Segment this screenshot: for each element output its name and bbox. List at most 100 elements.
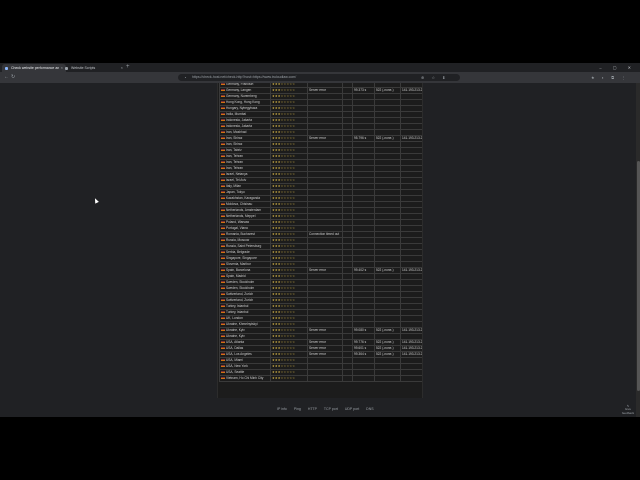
ip-cell: 141.193.213.21: [400, 135, 422, 142]
flag-icon: [221, 316, 225, 320]
feedback-label: Give feedback: [621, 407, 635, 415]
flag-icon: [221, 244, 225, 248]
table-row: Spain, Barcelona ★★★☆☆☆☆☆ Server error 99.4…: [219, 267, 422, 274]
location-label: Iran, Mashhad: [226, 130, 247, 135]
results-panel: Germany, Frankfurt ★★★☆☆☆☆☆ Germany, Lange…: [217, 83, 423, 398]
feedback-button[interactable]: ✎ Give feedback: [621, 404, 635, 415]
flag-icon: [221, 298, 225, 302]
flag-icon: [221, 232, 225, 236]
ip-cell: 141.193.213.20: [400, 267, 422, 274]
location-label: USA, Atlanta: [226, 340, 245, 345]
ip-cell: 141.193.213.21: [400, 87, 422, 94]
location-label: Switzerland, Zurich: [226, 292, 254, 297]
address-bar-url: https://check-host.net/check-http?host=h…: [192, 75, 297, 79]
result-cell: [307, 375, 343, 382]
tab-check-host[interactable]: Check website performance an ×: [2, 64, 66, 72]
results-table: Germany, Frankfurt ★★★☆☆☆☆☆ Germany, Lange…: [219, 83, 422, 382]
location-label: Italy, Milan: [226, 184, 241, 189]
address-bar[interactable]: ◔ https://check-host.net/check-http?host…: [178, 74, 460, 81]
location-label: Ukraine, Khmelnytskyi: [226, 322, 258, 327]
tab-label: Website Scripts: [71, 66, 96, 70]
status-code: 522 (-none-): [376, 88, 394, 93]
flag-icon: [221, 214, 225, 218]
flag-icon: [221, 136, 225, 140]
footer-link-tcp-port[interactable]: TCP port: [324, 407, 338, 411]
location-label: USA, Miami: [226, 358, 243, 363]
footer-link-ping[interactable]: Ping: [294, 407, 301, 411]
omnibox-actions-icon[interactable]: ⊕ ☆ ⬇: [421, 72, 449, 83]
flag-icon: [221, 286, 225, 290]
flag-icon: [221, 178, 225, 182]
location-label: Iran, Shiraz: [226, 142, 243, 147]
flag-icon: [221, 322, 225, 326]
status-code: 522 (-none-): [376, 268, 394, 273]
footer-nav: IP info Ping HTTP TCP port UDP port DNS: [277, 407, 380, 411]
location-label: Slovenia, Maribor: [226, 262, 251, 267]
location-label: Netherlands, Amsterdam: [226, 208, 262, 213]
flag-icon: [221, 376, 225, 380]
location-label: UK, London: [226, 316, 243, 321]
extensions-icon[interactable]: ★ ◐ ⧉ ⋮: [591, 72, 628, 83]
location-label: Kazakhstan, Karaganda: [226, 196, 261, 201]
location-label: Iran, Tehran: [226, 160, 243, 165]
status-code: 522 (-none-): [376, 352, 394, 357]
ip-cell: 141.193.213.21: [400, 327, 422, 334]
close-tab-icon[interactable]: ×: [121, 64, 123, 72]
favicon-icon: [5, 66, 8, 70]
flag-icon: [221, 148, 225, 152]
flag-icon: [221, 304, 225, 308]
flag-icon: [221, 112, 225, 116]
location-label: Israel, Tel Aviv: [226, 178, 247, 183]
location-label: Germany, Langen: [226, 88, 252, 93]
browser-window: Check website performance an × Website S…: [0, 63, 640, 417]
footer-link-udp-port[interactable]: UDP port: [345, 407, 359, 411]
new-tab-button[interactable]: +: [126, 63, 130, 72]
location-label: Ukraine, Kyiv: [226, 334, 245, 339]
flag-icon: [221, 130, 225, 134]
scrollbar-thumb[interactable]: [636, 161, 640, 391]
reload-icon[interactable]: ↻: [11, 72, 15, 83]
location-label: Iran, Tehran: [226, 166, 243, 171]
tab-strip: Check website performance an × Website S…: [0, 63, 640, 72]
location-label: USA, Seattle: [226, 370, 245, 375]
window-controls[interactable]: – ▢ ✕: [599, 63, 636, 72]
location-label: Ukraine, Kyiv: [226, 328, 245, 333]
location-label: Romania, Bucharest: [226, 232, 255, 237]
status-code-cell: [374, 375, 401, 382]
location-label: Germany, Frankfurt: [226, 83, 254, 86]
flag-icon: [221, 83, 225, 86]
footer-link-http[interactable]: HTTP: [308, 407, 317, 411]
location-label: Iran, Shiraz: [226, 136, 243, 141]
scrollbar[interactable]: [636, 83, 640, 417]
flag-icon: [221, 334, 225, 338]
flag-icon: [221, 196, 225, 200]
flag-icon: [221, 166, 225, 170]
flag-icon: [221, 100, 225, 104]
rating-cell: ★★★☆☆☆☆☆: [270, 375, 308, 382]
flag-icon: [221, 268, 225, 272]
flag-icon: [221, 340, 225, 344]
tab-website-scripts[interactable]: Website Scripts ×: [62, 64, 126, 72]
flag-icon: [221, 88, 225, 92]
location-label: Iran, Tabriz: [226, 148, 242, 153]
flag-icon: [221, 202, 225, 206]
back-icon[interactable]: ←: [4, 72, 9, 83]
status-code: 522 (-none-): [376, 328, 394, 333]
flag-icon: [221, 154, 225, 158]
flag-icon: [221, 346, 225, 350]
flag-icon: [221, 352, 225, 356]
location-label: Poland, Warsaw: [226, 220, 250, 225]
spacer-cell: [342, 375, 353, 382]
tab-label: Check website performance an: [11, 66, 60, 70]
flag-icon: [221, 280, 225, 284]
flag-icon: [221, 118, 225, 122]
location-label: Japan, Tokyo: [226, 190, 245, 195]
flag-icon: [221, 328, 225, 332]
flag-icon: [221, 256, 225, 260]
flag-icon: [221, 226, 225, 230]
footer-link-dns[interactable]: DNS: [366, 407, 373, 411]
footer-link-ip-info[interactable]: IP info: [277, 407, 287, 411]
location-label: Indonesia, Jakarta: [226, 118, 253, 123]
location-label: Turkey, Istanbul: [226, 304, 249, 309]
location-label: Hungary, Nyiregyhaza: [226, 106, 258, 111]
